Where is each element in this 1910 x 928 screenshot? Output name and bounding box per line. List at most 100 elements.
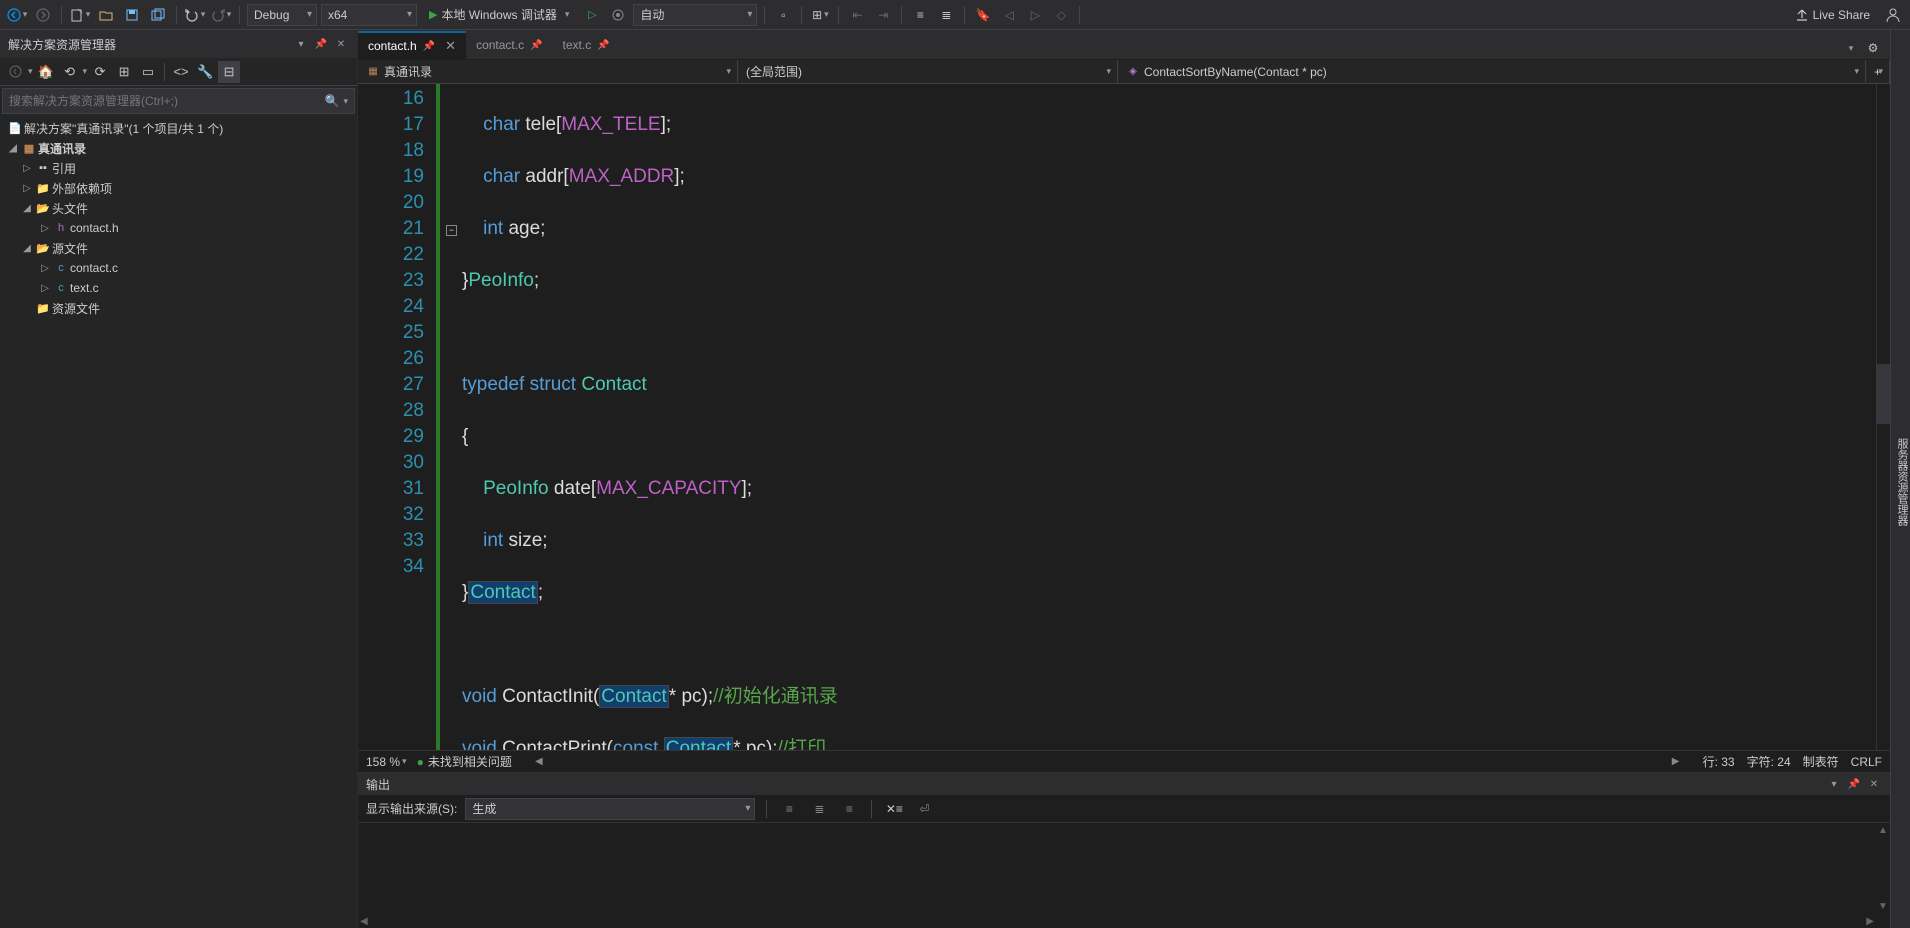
output-wrap-button[interactable]: ⏎ bbox=[913, 798, 935, 820]
home-icon-button[interactable]: 🏠 bbox=[35, 61, 57, 83]
redo-button[interactable]: ▾ bbox=[210, 4, 232, 26]
panel-dropdown-icon[interactable]: ▾ bbox=[1826, 776, 1842, 792]
nav-forward-button[interactable] bbox=[32, 4, 54, 26]
sources-folder-node[interactable]: ◢ 📂 源文件 bbox=[0, 238, 357, 258]
tabs-indicator[interactable]: 制表符 bbox=[1803, 753, 1839, 770]
platform-select[interactable]: x64 bbox=[321, 4, 417, 26]
code-nav-bar: ▦ 真通讯录 (全局范围) ◈ ContactSortByName(Contac… bbox=[358, 60, 1890, 84]
project-node[interactable]: ◢ ▦ 真通讯录 bbox=[0, 138, 357, 158]
pin-icon[interactable]: 📌 bbox=[597, 40, 609, 51]
scroll-left-icon[interactable]: ◀ bbox=[532, 756, 546, 767]
output-btn-2[interactable]: ≣ bbox=[808, 798, 830, 820]
tab-contact-h[interactable]: contact.h 📌 ✕ bbox=[358, 31, 466, 59]
save-all-button[interactable] bbox=[147, 4, 169, 26]
scroll-up-icon[interactable]: ▲ bbox=[1878, 825, 1888, 836]
scroll-right-icon[interactable]: ▶ bbox=[1669, 756, 1683, 767]
plus-icon: + bbox=[1874, 65, 1881, 79]
resources-folder-node[interactable]: 📁 资源文件 bbox=[0, 298, 357, 318]
nav-scope-select[interactable]: (全局范围) bbox=[738, 60, 1118, 83]
run-debugger-button[interactable]: ▶ 本地 Windows 调试器 ▾ bbox=[421, 4, 577, 26]
fold-toggle[interactable]: − bbox=[446, 225, 457, 236]
panel-close-icon[interactable]: ✕ bbox=[333, 36, 349, 52]
source-file-node[interactable]: ▷ c text.c bbox=[0, 278, 357, 298]
source-file-node[interactable]: ▷ c contact.c bbox=[0, 258, 357, 278]
bookmark-button[interactable]: 🔖 bbox=[972, 4, 994, 26]
external-deps-node[interactable]: ▷ 📁 外部依赖项 bbox=[0, 178, 357, 198]
bookmark-clear-button[interactable]: ◇ bbox=[1050, 4, 1072, 26]
issues-indicator[interactable]: ● 未找到相关问题 bbox=[417, 753, 512, 770]
bookmark-prev-button[interactable]: ◁ bbox=[998, 4, 1020, 26]
collapse-button[interactable]: ⊟ bbox=[218, 61, 240, 83]
eol-indicator[interactable]: CRLF bbox=[1851, 755, 1882, 769]
scroll-right-icon[interactable]: ▶ bbox=[1866, 916, 1874, 927]
header-file-node[interactable]: ▷ h contact.h bbox=[0, 218, 357, 238]
pin-icon[interactable]: 📌 bbox=[530, 40, 542, 51]
output-hscroll[interactable]: ◀ ▶ bbox=[358, 914, 1876, 928]
wrench-button[interactable]: 🔧 bbox=[194, 61, 216, 83]
headers-folder-node[interactable]: ◢ 📂 头文件 bbox=[0, 198, 357, 218]
pin-icon[interactable]: 📌 bbox=[423, 41, 435, 52]
tab-text-c[interactable]: text.c 📌 bbox=[553, 31, 620, 59]
account-button[interactable] bbox=[1882, 4, 1904, 26]
nav-member-select[interactable]: ◈ ContactSortByName(Contact * pc) bbox=[1118, 60, 1866, 83]
solution-node[interactable]: 📄 解决方案"真通讯录"(1 个项目/共 1 个) bbox=[0, 118, 357, 138]
scrollbar[interactable] bbox=[1876, 84, 1890, 750]
horizontal-scrollbar[interactable]: ◀ ▶ bbox=[532, 755, 1683, 769]
config-select[interactable]: Debug bbox=[247, 4, 317, 26]
code-button[interactable]: <> bbox=[170, 61, 192, 83]
panel-pin-icon[interactable]: 📌 bbox=[313, 36, 329, 52]
cursor-line[interactable]: 行: 33 bbox=[1703, 753, 1735, 770]
show-all-button[interactable]: ▭ bbox=[137, 61, 159, 83]
tab-contact-c[interactable]: contact.c 📌 bbox=[466, 31, 552, 59]
bookmark-next-button[interactable]: ▷ bbox=[1024, 4, 1046, 26]
back-arrow-icon bbox=[7, 8, 21, 22]
output-btn-1[interactable]: ≡ bbox=[778, 798, 800, 820]
code-editor[interactable]: 16171819202122232425262728293031323334 −… bbox=[358, 84, 1890, 750]
cursor-col[interactable]: 字符: 24 bbox=[1747, 753, 1791, 770]
panel-dropdown-icon[interactable]: ▾ bbox=[293, 36, 309, 52]
stop-button[interactable] bbox=[607, 4, 629, 26]
output-body[interactable]: ▲ ▼ ◀ ▶ bbox=[358, 823, 1890, 928]
new-item-button[interactable]: ▾ bbox=[69, 4, 91, 26]
view-button[interactable]: ⊞▾ bbox=[809, 4, 831, 26]
undo-button[interactable]: ▾ bbox=[184, 4, 206, 26]
explorer-search-input[interactable] bbox=[9, 94, 325, 108]
references-node[interactable]: ▷ ▪▪ 引用 bbox=[0, 158, 357, 178]
save-button[interactable] bbox=[121, 4, 143, 26]
git-button[interactable]: ⟳ bbox=[89, 61, 111, 83]
scroll-down-icon[interactable]: ▼ bbox=[1878, 901, 1888, 912]
nav-add-button[interactable]: + bbox=[1866, 60, 1890, 83]
output-btn-3[interactable]: ≡ bbox=[838, 798, 860, 820]
nav-project-select[interactable]: ▦ 真通讯录 bbox=[358, 60, 738, 83]
explorer-search[interactable]: 🔍 ▾ bbox=[2, 88, 355, 114]
filter-button[interactable]: ⊞ bbox=[113, 61, 135, 83]
window-icon-1[interactable]: ▫ bbox=[772, 4, 794, 26]
live-share-button[interactable]: Live Share bbox=[1791, 8, 1874, 22]
scroll-left-icon[interactable]: ◀ bbox=[360, 916, 368, 927]
nav-back-button[interactable]: ▾ bbox=[6, 4, 28, 26]
folder-icon: 📁 bbox=[34, 182, 52, 195]
auto-select[interactable]: 自动 bbox=[633, 4, 757, 26]
panel-pin-icon[interactable]: 📌 bbox=[1846, 776, 1862, 792]
uncomment-button[interactable]: ≣ bbox=[935, 4, 957, 26]
indent-right-button[interactable]: ⇥ bbox=[872, 4, 894, 26]
scroll-thumb[interactable] bbox=[1876, 364, 1890, 424]
indent-left-button[interactable]: ⇤ bbox=[846, 4, 868, 26]
output-vscroll[interactable]: ▲ ▼ bbox=[1876, 823, 1890, 914]
run-no-debug-button[interactable]: ▷ bbox=[581, 4, 603, 26]
zoom-control[interactable]: 158 % ▾ bbox=[366, 755, 407, 769]
comment-button[interactable]: ≡ bbox=[909, 4, 931, 26]
home-button[interactable] bbox=[4, 61, 26, 83]
run-label: 本地 Windows 调试器 bbox=[441, 6, 556, 23]
open-file-button[interactable] bbox=[95, 4, 117, 26]
search-icon: 🔍 bbox=[325, 94, 340, 108]
rail-server-explorer[interactable]: 服务器资源管理器 bbox=[1894, 434, 1910, 530]
close-icon[interactable]: ✕ bbox=[445, 38, 456, 54]
output-source-select[interactable]: 生成 bbox=[465, 798, 755, 820]
tab-settings-button[interactable]: ⚙ bbox=[1862, 37, 1884, 59]
sync-button[interactable]: ⟲ bbox=[59, 61, 81, 83]
output-clear-button[interactable]: ✕≡ bbox=[883, 798, 905, 820]
panel-close-icon[interactable]: ✕ bbox=[1866, 776, 1882, 792]
code-content[interactable]: char tele[MAX_TELE]; char addr[MAX_ADDR]… bbox=[462, 84, 1876, 750]
tab-overflow-button[interactable]: ▾ bbox=[1840, 37, 1862, 59]
